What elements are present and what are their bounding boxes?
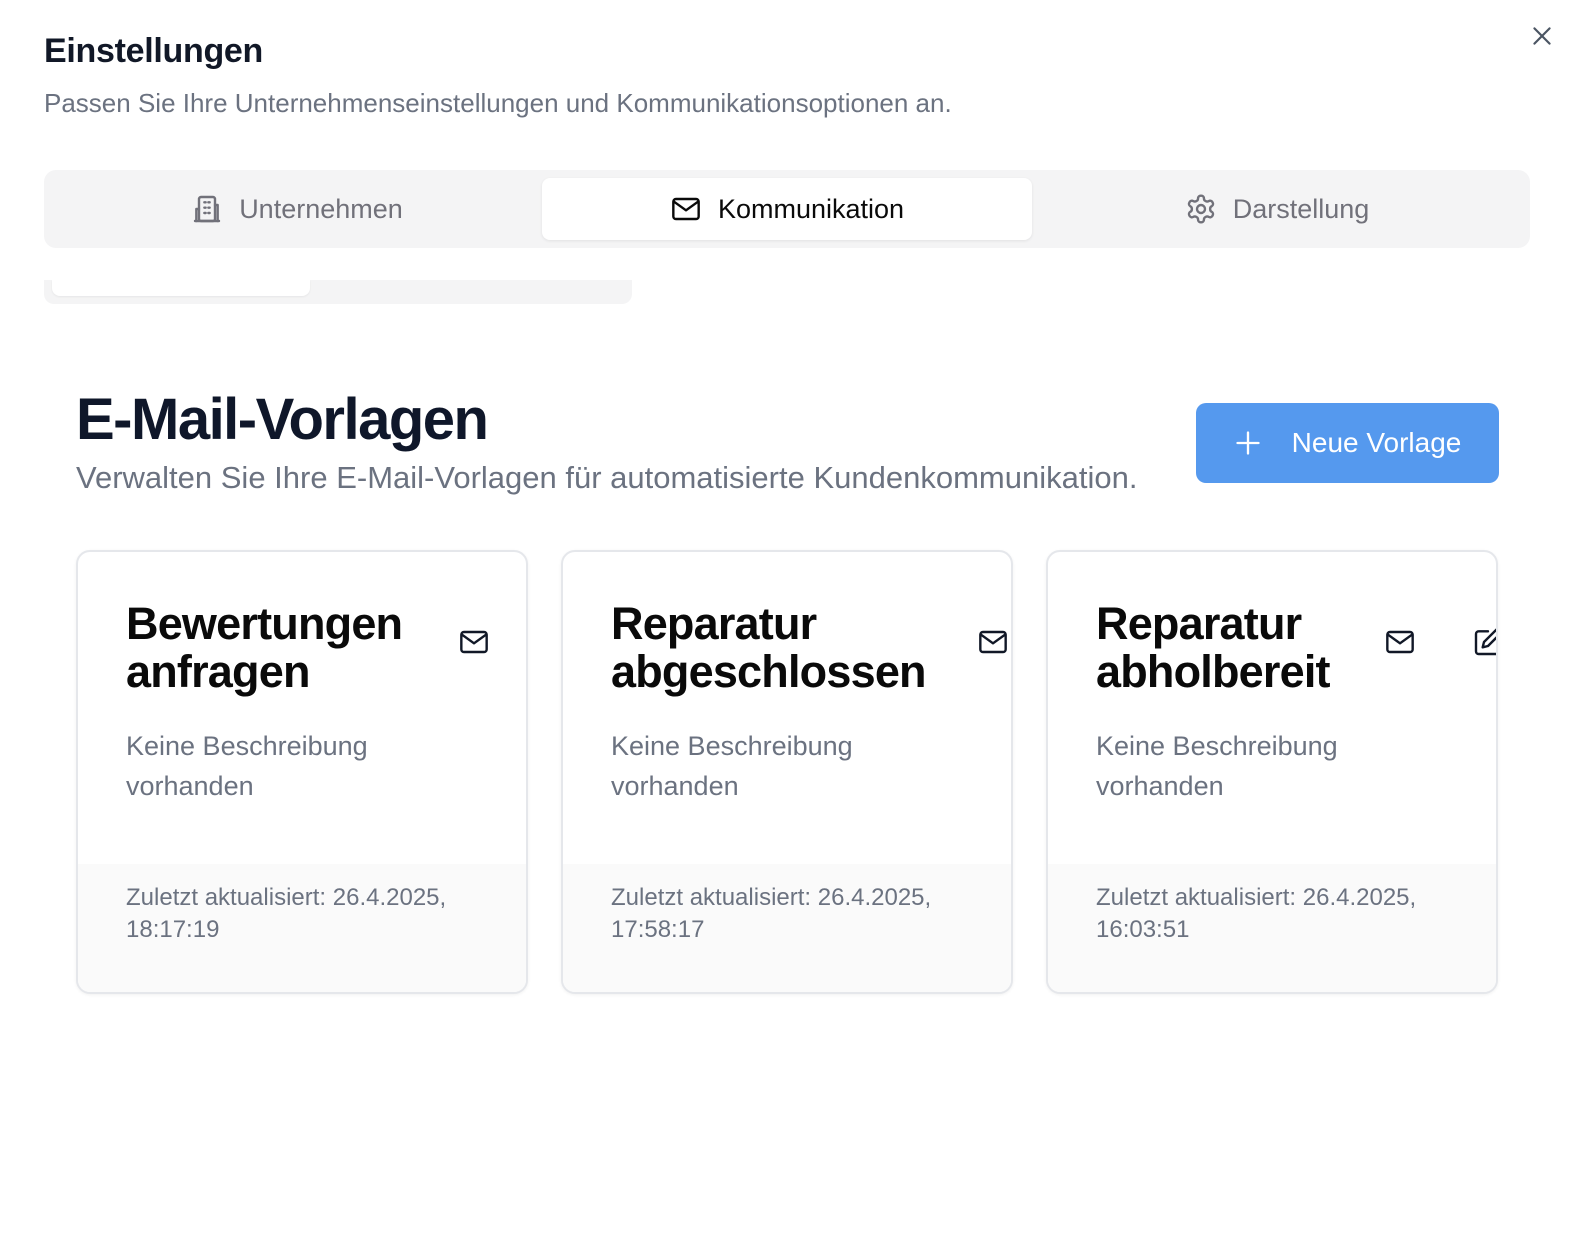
new-template-label: Neue Vorlage [1291,427,1462,458]
card-footer: Zuletzt aktualisiert: 26.4.2025, 18:17:1… [78,864,526,992]
section-title: E-Mail-Vorlagen [76,387,489,452]
sub-tabs-strip [44,280,632,304]
template-card[interactable]: Bewertungen anfragen Keine Beschreibung … [76,550,528,994]
card-actions [1384,626,1496,658]
template-card[interactable]: Reparatur abholbereit Keine Beschreibung… [1046,550,1498,994]
tab-label: Kommunikation [717,193,905,224]
dialog-subtitle: Passen Sie Ihre Unternehmenseinstellunge… [44,88,952,118]
template-title: Reparatur abholbereit [1096,598,1331,697]
tab-unternehmen[interactable]: Unternehmen [52,178,542,240]
card-actions [977,626,1009,658]
new-template-button[interactable]: Neue Vorlage [1196,403,1499,483]
settings-dialog: Einstellungen Passen Sie Ihre Unternehme… [0,0,1582,1240]
sub-tab-active[interactable] [52,280,310,296]
card-actions [458,626,490,658]
dialog-title: Einstellungen [44,32,264,70]
template-updated: Zuletzt aktualisiert: 26.4.2025, 16:03:5… [1096,884,1417,943]
settings-tabs: Unternehmen Kommunikation Darstellung [44,170,1530,248]
edit-icon[interactable] [1472,626,1496,658]
template-updated: Zuletzt aktualisiert: 26.4.2025, 18:17:1… [126,884,447,943]
gear-icon [1187,194,1214,224]
template-description: Keine Beschreibung vorhanden [126,731,368,801]
close-button[interactable] [1526,20,1558,52]
section-description: Verwalten Sie Ihre E-Mail-Vorlagen für a… [76,460,1138,495]
tab-label: Darstellung [1232,193,1370,224]
template-updated: Zuletzt aktualisiert: 26.4.2025, 17:58:1… [611,884,932,943]
card-footer: Zuletzt aktualisiert: 26.4.2025, 17:58:1… [563,864,1011,992]
mail-icon[interactable] [977,626,1009,658]
template-card[interactable]: Reparatur abgeschlossen Keine Beschreibu… [561,550,1013,994]
mail-icon[interactable] [1384,626,1416,658]
plus-icon [1235,431,1260,455]
template-description: Keine Beschreibung vorhanden [1096,731,1338,801]
building-icon [193,195,221,223]
template-title: Bewertungen anfragen [126,598,403,697]
tab-kommunikation[interactable]: Kommunikation [542,178,1032,240]
mail-icon [672,197,700,221]
template-title: Reparatur abgeschlossen [611,598,927,697]
template-description: Keine Beschreibung vorhanden [611,731,853,801]
tab-darstellung[interactable]: Darstellung [1032,178,1522,240]
card-footer: Zuletzt aktualisiert: 26.4.2025, 16:03:5… [1048,864,1496,992]
tab-label: Unternehmen [239,193,403,224]
mail-icon[interactable] [458,626,490,658]
close-icon [1533,27,1551,45]
